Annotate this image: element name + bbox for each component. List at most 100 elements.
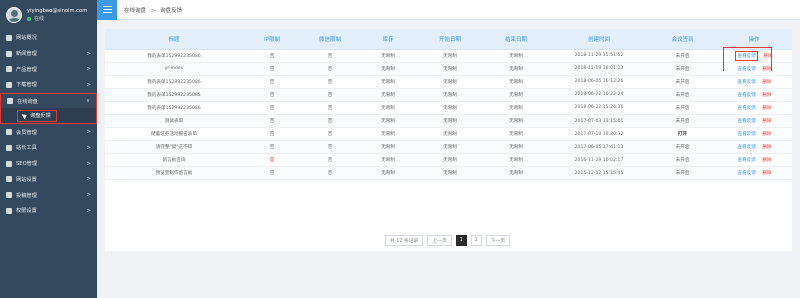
cell-actions: 查看反馈 删除 [716,127,792,142]
top-bar: 在线询盘 > 询盘反馈 [97,0,800,20]
menu-label: SEO管理 [16,161,38,168]
menu-label: 权限设置 [16,208,37,215]
delete-link[interactable]: 删除 [762,106,771,111]
cell-created: 2017-07-10 10:20:32 [549,127,649,142]
cell-ip-limit: 否 [243,114,301,129]
cell-stock: 无限制 [359,49,417,63]
cell-ip-limit: 否 [243,140,301,155]
cell-created: 2017-07-03 13:15:01 [549,114,649,129]
page-1-button[interactable]: 1 [455,235,467,246]
user-profile: yiyingbao@sinoim.com 在线 [0,0,97,30]
menu-item-downloads[interactable]: 下载管理 > [0,77,97,93]
delete-link[interactable]: 删除 [762,171,771,176]
view-feedback-link[interactable]: 查看反馈 [736,78,756,86]
cell-ip-limit: 否 [243,62,301,76]
menu-label: 下载管理 [16,82,37,89]
delete-link[interactable]: 删除 [762,119,771,124]
menu-item-tools[interactable]: 站长工具 > [0,140,97,156]
menu-label: 网站概况 [16,35,37,42]
menu-item-online-inquiry[interactable]: 在线询盘 ∨ [0,92,97,109]
cell-checkin: 打开 [649,127,716,142]
chevron-right-icon: > [86,50,91,57]
view-feedback-link[interactable]: 查看反馈 [736,156,756,164]
cell-checkin: 未开启 [649,114,716,129]
chevron-right-icon: > [86,81,91,88]
menu-item-permissions[interactable]: 权限设置 > [0,203,97,219]
cell-start-date: 无限制 [417,101,483,115]
cell-checkin: 未开启 [649,153,716,168]
cell-end-date: 无限制 [483,88,549,102]
chevron-right-icon: > [86,176,91,183]
cell-start-date: 无限制 [417,75,483,89]
avatar[interactable] [6,7,22,23]
delete-link[interactable]: 删除 [762,145,771,150]
cell-wechat-limit: 否 [301,166,359,181]
cell-created: 2016-11-29 10:02:17 [549,153,649,168]
menu-item-members[interactable]: 会员管理 > [0,124,97,140]
delete-link[interactable]: 删除 [762,158,771,163]
cell-end-date: 无限制 [483,127,549,142]
cell-ip-limit: 否 [243,49,301,63]
menu-item-products[interactable]: 产品管理 > [0,61,97,77]
table-row: 我的表单152992235086 否 否 无限制 无限制 无限制 2018-11… [105,49,792,63]
page-2-button[interactable]: 2 [470,235,482,246]
menu-item-submissions[interactable]: 投稿管理 > [0,187,97,203]
delete-link[interactable]: 删除 [762,80,771,85]
menu-item-site-settings[interactable]: 网站设置 > [0,172,97,188]
menu-item-overview[interactable]: 网站概况 [0,30,97,46]
next-page-button[interactable]: 下一页 [485,235,511,246]
column-header-stock: 库存 [359,29,417,50]
view-feedback-link[interactable]: 查看反馈 [736,169,756,177]
cell-actions: 查看反馈 删除 [716,140,792,155]
cell-created: 2018-06-22 16:22:24 [549,88,649,102]
online-dot-icon [27,17,31,21]
prev-page-button[interactable]: 上一页 [427,235,452,246]
menu-item-seo[interactable]: SEO管理 > [0,156,97,172]
cell-title: 我的表单152992235086 [105,49,243,63]
chevron-right-icon: > [86,66,91,73]
column-header-wechat-limit: 微信限制 [301,29,359,50]
download-icon [6,81,12,88]
cell-ip-limit: 否 [243,127,301,142]
feedback-table: 标题 IP限制 微信限制 库存 开始日期 结束日期 创建时间 会议签到 操作 我… [105,29,792,181]
cell-checkin: 未开启 [649,75,716,89]
chevron-right-icon: > [86,207,91,214]
column-header-start-date: 开始日期 [417,29,483,50]
view-feedback-link[interactable]: 查看反馈 [736,130,756,138]
cell-checkin: 未开启 [649,49,716,63]
breadcrumb-parent[interactable]: 在线询盘 [124,8,146,14]
cell-actions: 查看反馈 删除 [716,114,792,129]
menu-item-news[interactable]: 新闻管理 > [0,46,97,62]
cell-end-date: 无限制 [483,75,549,89]
table-row: 请完整"疑"这不得 否 否 无限制 无限制 无限制 2017-06-05 17:… [105,140,792,155]
view-feedback-link[interactable]: 查看反馈 [736,143,756,151]
view-feedback-link[interactable]: 查看反馈 [736,91,756,99]
user-status: 在线 [27,15,87,23]
cell-end-date: 无限制 [483,49,549,63]
hamburger-icon [102,8,112,11]
cell-start-date: 无限制 [417,140,483,155]
menu-label: 新闻管理 [16,51,37,58]
chevron-right-icon: > [86,192,91,199]
cell-wechat-limit: 否 [301,75,359,89]
cell-created: 2015-12-02 15:15:45 [549,166,649,181]
cell-end-date: 无限制 [483,101,549,115]
column-header-end-date: 结束日期 [483,29,549,50]
cell-stock: 无限制 [359,166,417,181]
cell-start-date: 无限制 [417,114,483,129]
cell-checkin: 未开启 [649,62,716,76]
cell-stock: 无限制 [359,114,417,129]
delete-link[interactable]: 删除 [762,132,771,137]
menu-toggle-button[interactable] [97,0,117,20]
cell-wechat-limit: 否 [301,101,359,115]
cell-start-date: 无限制 [417,153,483,168]
view-feedback-link[interactable]: 查看反馈 [736,104,756,112]
view-feedback-link[interactable]: 查看反馈 [736,117,756,125]
submenu-item-inquiry-feedback[interactable]: 询盘反馈 [0,108,97,125]
cell-end-date: 无限制 [483,140,549,155]
cell-ip-limit: 否 [243,88,301,102]
cell-created: 2018-06-22 15:24:36 [549,101,649,115]
chevron-down-icon: ∨ [85,98,90,105]
delete-link[interactable]: 删除 [762,93,771,98]
cell-wechat-limit: 否 [301,127,359,142]
